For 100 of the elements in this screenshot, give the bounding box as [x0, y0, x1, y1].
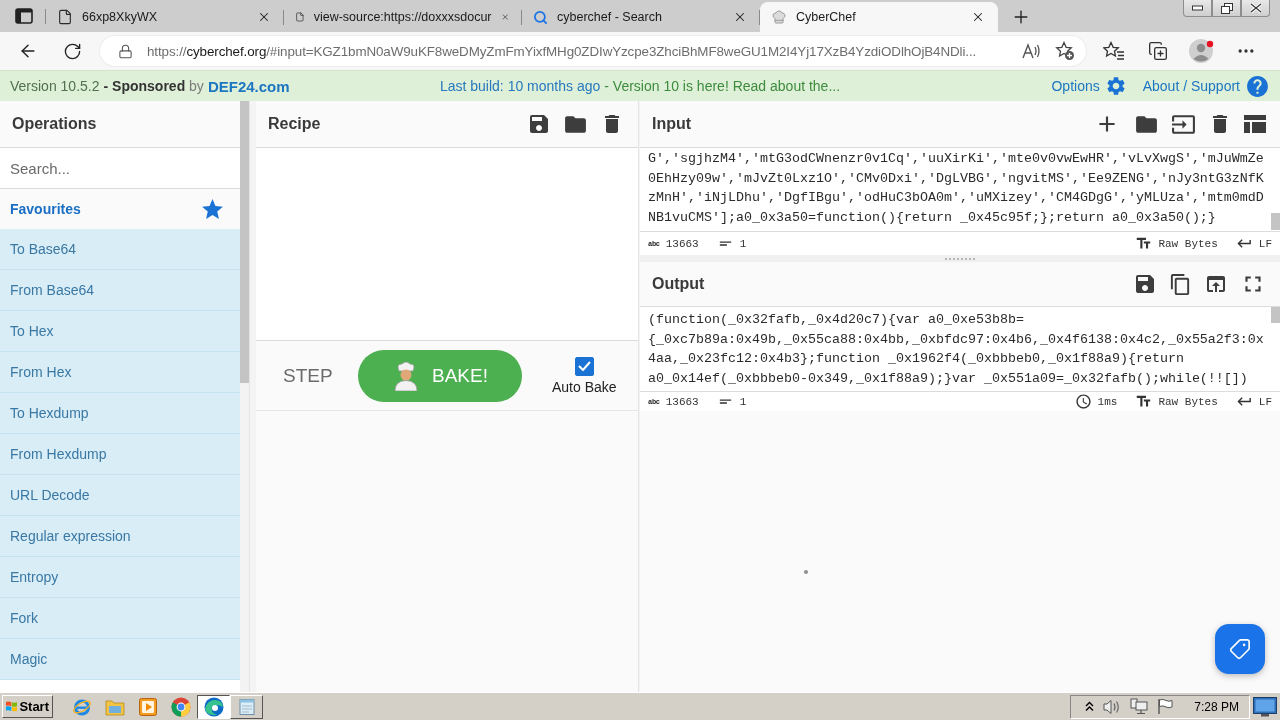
clock-text: 7:28 PM — [1194, 699, 1239, 714]
read-aloud-icon[interactable] — [1021, 42, 1041, 60]
scrollbar-thumb[interactable] — [1271, 307, 1280, 323]
close-tab-icon[interactable] — [257, 10, 271, 24]
settings-icon — [1104, 75, 1127, 97]
copy-icon[interactable] — [1169, 272, 1192, 296]
browser-tab[interactable]: 66xp8XkyWX — [46, 2, 284, 32]
length-count: 13663 — [665, 237, 699, 250]
code-line: a0_0x14ef(_0xbbbeb0-0x349,_0x1f88a9);}var _0x551a09=_0x32fafb();while(!![]) — [648, 370, 1248, 389]
tag-icon — [1229, 638, 1251, 660]
reload-icon[interactable] — [62, 41, 82, 61]
save-icon[interactable] — [1133, 272, 1157, 296]
tab-title: cyberchef - Search — [557, 10, 663, 24]
minimize-button[interactable] — [1183, 0, 1212, 17]
code-line: G','sgjhzM4','mtG3odCWnenzr0v1Cq','uuXirKi','mte0v0vwEwHR','vLvXwgS','mJuWmZe — [648, 150, 1264, 168]
auto-bake-label: Auto Bake — [552, 378, 617, 395]
encoding-label[interactable]: Raw Bytes — [1158, 395, 1218, 408]
tab-title: CyberChef — [796, 10, 857, 24]
browser-tab[interactable]: view-source:https://doxxxsdocur — [284, 2, 522, 32]
flag-icon[interactable] — [1157, 698, 1174, 715]
chrome-icon[interactable] — [170, 696, 191, 717]
resize-handle[interactable] — [945, 257, 975, 260]
network-icon[interactable] — [1130, 698, 1149, 715]
operation-item[interactable]: URL Decode — [0, 475, 240, 516]
panel-title: Operations — [12, 115, 97, 133]
start-button[interactable]: Start — [2, 695, 53, 718]
chef-icon — [392, 360, 420, 391]
page-icon — [57, 9, 73, 25]
operation-item[interactable]: Magic — [0, 639, 240, 680]
code-line: zMnH','iNjLDhu','DgfIBgu','odHuC3bOA0m','uMXizey','CM4GDgG','yMLUza','mtm0mdD — [648, 189, 1264, 208]
show-desktop-icon[interactable] — [1253, 696, 1277, 717]
favourites-label: Favourites — [10, 201, 81, 217]
operation-item[interactable]: From Hex — [0, 352, 240, 393]
auto-bake-checkbox[interactable] — [574, 356, 594, 376]
operation-item[interactable]: Entropy — [0, 557, 240, 598]
about-support-link[interactable]: About / Support — [1142, 73, 1270, 99]
page-icon — [295, 9, 305, 25]
code-line: 0EhHzy09w','mJvZt0Lxz1O','CMv0Dxi','DgLVBG','ngvitMS','Ee9ZENG','nJy3ntG3zNfK — [648, 169, 1264, 188]
operation-item[interactable]: Fork — [0, 598, 240, 639]
star-icon — [200, 196, 225, 222]
favourites-header[interactable]: Favourites — [0, 189, 240, 229]
tab-actions-icon[interactable] — [15, 8, 33, 24]
layout-icon[interactable] — [1244, 115, 1266, 133]
restore-icon — [1220, 2, 1233, 14]
close-button[interactable] — [1241, 0, 1270, 17]
search-icon — [533, 9, 548, 25]
close-tab-icon[interactable] — [971, 10, 985, 24]
notepad-icon — [237, 697, 256, 716]
operation-item[interactable]: To Hex — [0, 311, 240, 352]
line-ending-label[interactable]: LF — [1258, 395, 1272, 408]
browser-tab[interactable]: CyberChef — [760, 2, 998, 32]
volume-icon[interactable] — [1103, 698, 1122, 715]
collections-icon[interactable] — [1148, 41, 1168, 61]
browser-tab[interactable]: cyberchef - Search — [522, 2, 760, 32]
close-icon — [1249, 3, 1262, 13]
add-favorite-icon[interactable] — [1055, 41, 1075, 61]
edge-icon — [203, 696, 224, 717]
encoding-label[interactable]: Raw Bytes — [1158, 237, 1218, 250]
operation-item[interactable]: From Hexdump — [0, 434, 240, 475]
code-line: NB1vuCMS'];a0_0x3a50=function(){return _0x45c95f;};return a0_0x3a50();} — [648, 209, 1216, 228]
sponsor-link[interactable]: DEF24.com — [207, 77, 290, 95]
operation-item[interactable]: From Base64 — [0, 270, 240, 311]
bake-button[interactable]: BAKE! — [358, 349, 522, 402]
operation-item[interactable]: To Base64 — [0, 229, 240, 270]
scrollbar-thumb[interactable] — [1271, 213, 1280, 230]
operation-item[interactable]: Regular expression — [0, 516, 240, 557]
help-icon — [1245, 73, 1270, 99]
taskbar-button[interactable] — [197, 694, 230, 719]
notice-text: - Version 10 is here! Read about the... — [604, 78, 841, 94]
length-count: 13663 — [665, 395, 699, 408]
restore-button[interactable] — [1212, 0, 1241, 17]
code-line: {_0xc7b89a:0x49b,_0x55ca88:0x4bb,_0xbfdc97:0x4b6,_0x4f6138:0x4c2,_0x55a2f3:0x — [648, 330, 1264, 349]
sponsor-text: - Sponsored by — [103, 78, 204, 94]
step-button[interactable]: STEP — [283, 364, 331, 387]
operation-item[interactable]: To Hexdump — [0, 393, 240, 434]
panel-title: Output — [652, 275, 705, 293]
chef-hat-icon — [771, 9, 787, 25]
tag-button[interactable] — [1215, 624, 1265, 674]
save-icon[interactable] — [527, 112, 551, 136]
dot-icon — [804, 570, 808, 574]
show-hidden-icons-icon[interactable] — [1085, 701, 1095, 712]
clock-icon — [1074, 393, 1092, 410]
scrollbar-thumb[interactable] — [240, 101, 249, 383]
lock-icon — [118, 43, 133, 59]
line-count: 1 — [739, 395, 747, 408]
minimize-icon — [1192, 5, 1203, 11]
url-text: https://cyberchef.org/#input=KGZ1bmN0aW9uKF8weDMyZmFmYixfMHg0ZDIwYzcpe3ZhciBhMF8weGU1M2I4Yj17XzB4YzdiODlhOjB4NDli... — [147, 43, 978, 59]
address-bar[interactable]: https://cyberchef.org/#input=KGZ1bmN0aW9uKF8weDMyZmFmYixfMHg0ZDIwYzcpe3ZhciBhMF8weGU1M2I4Yj17XzB4YzdiODlhOjB4NDli... — [100, 36, 1086, 66]
favorites-icon[interactable] — [1103, 41, 1125, 61]
line-ending-label[interactable]: LF — [1258, 237, 1272, 250]
line-count: 1 — [739, 237, 747, 250]
version-text: Version 10.5.2 — [10, 78, 100, 94]
panel-title: Recipe — [268, 115, 321, 133]
close-tab-icon[interactable] — [733, 10, 747, 24]
code-line: 4aa,_0x23fc12:0x4b3};function _0x1962f4(_0xbbbeb0,_0x1f88a9){return — [648, 350, 1184, 369]
tab-title: view-source:https://doxxxsdocur — [313, 10, 492, 24]
media-player-icon[interactable] — [138, 697, 157, 716]
options-link[interactable]: Options — [1051, 75, 1127, 97]
last-build-link[interactable]: Last build: 10 months ago — [439, 78, 601, 94]
profile-icon[interactable] — [1189, 38, 1215, 64]
